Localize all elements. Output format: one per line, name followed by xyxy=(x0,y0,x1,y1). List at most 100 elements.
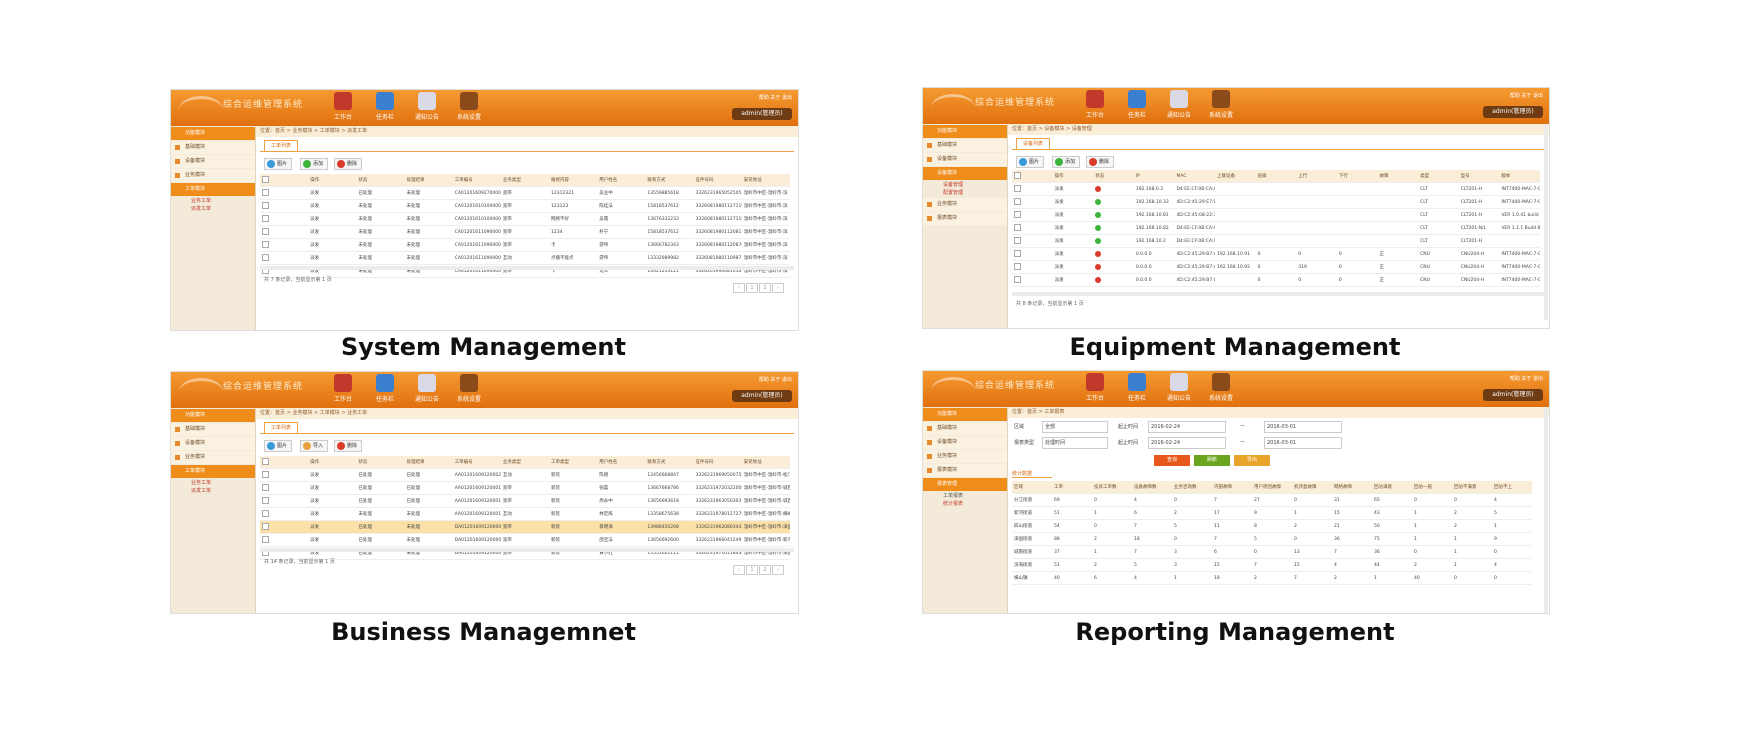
user-button[interactable]: admin(管理员) xyxy=(1483,389,1543,401)
dispatch-link[interactable]: 派发 xyxy=(308,251,357,265)
sidebar-item-modules[interactable]: 功能模块 xyxy=(923,125,1007,138)
sidebar-sub-dispatch-order[interactable]: 派发工单 xyxy=(171,205,255,213)
table-row[interactable]: 派发 192.168.0.3D4:EE:CF:0B:CA:A2 CLTCLT201-… xyxy=(1012,182,1540,196)
export-button[interactable]: 导出 xyxy=(1234,455,1270,466)
image-button[interactable]: 图片 xyxy=(264,158,293,170)
sidebar-sub-business-order[interactable]: 业务工单 xyxy=(171,479,255,487)
header-links[interactable]: 帮助 关于 退出 xyxy=(759,94,792,101)
sidebar-sub-config-manage[interactable]: 配置管理 xyxy=(923,189,1007,197)
table-row[interactable]: 派发0.0.0.04D:C2:45:29:B7:A7192.168.10.920… xyxy=(1012,260,1540,274)
table-row[interactable]: 城南街道 37 1 7 3 6 0 13 7 36 0 1 0 xyxy=(1012,545,1532,559)
sidebar-item-device[interactable]: 设备模块 xyxy=(171,437,255,450)
sidebar-sub-dispatch-order[interactable]: 派发工单 xyxy=(171,487,255,495)
table-row[interactable]: 派发未处理未处理AA0120160912000132互动新装林定辉1335867… xyxy=(260,507,790,521)
nav-notices[interactable]: 通知公告 xyxy=(1157,90,1201,119)
dispatch-link[interactable]: 派发 xyxy=(308,494,357,508)
row-checkbox[interactable] xyxy=(1012,234,1053,248)
page-button[interactable]: 2 xyxy=(759,565,771,575)
add-button[interactable]: 添加 xyxy=(300,158,329,170)
select-all-checkbox[interactable]: 区域 xyxy=(1012,481,1052,494)
sidebar-item-business[interactable]: 业务模块 xyxy=(923,198,1007,211)
import-button[interactable]: 导入 xyxy=(300,440,329,452)
nav-settings[interactable]: 系统设置 xyxy=(1199,90,1243,119)
table-row[interactable]: 派发未处理未处理CA0120161010000001宽带123123陈桂法158… xyxy=(260,199,790,213)
sidebar-sub-business-order[interactable]: 业务工单 xyxy=(171,197,255,205)
user-button[interactable]: admin(管理员) xyxy=(1483,106,1543,118)
image-button[interactable]: 图片 xyxy=(1016,156,1045,168)
dispatch-link[interactable]: 派发 xyxy=(1052,195,1094,209)
horizontal-scrollbar[interactable] xyxy=(260,266,794,270)
nav-settings[interactable]: 系统设置 xyxy=(1199,373,1243,402)
dispatch-link[interactable]: 派发 xyxy=(308,481,357,495)
sidebar-item-device[interactable]: 设备模块 xyxy=(923,436,1007,449)
area-select[interactable]: 全部 xyxy=(1042,421,1108,433)
vertical-scrollbar[interactable] xyxy=(1544,407,1548,613)
sidebar-item-modules[interactable]: 功能模块 xyxy=(171,127,255,140)
nav-tasks[interactable]: 任务栏 xyxy=(363,374,407,403)
row-checkbox[interactable] xyxy=(260,481,309,495)
horizontal-scrollbar[interactable] xyxy=(1012,292,1545,296)
dispatch-link[interactable]: 派发 xyxy=(308,468,357,482)
nav-tasks[interactable]: 任务栏 xyxy=(363,92,407,121)
page-button[interactable]: 1 xyxy=(746,283,758,293)
pager-buttons[interactable]: ‹ 1 2 › xyxy=(732,556,784,575)
dispatch-link[interactable]: 派发 xyxy=(1052,234,1094,248)
add-button[interactable]: 添加 xyxy=(1052,156,1081,168)
table-row[interactable]: 派发已处理已处理AA0120160912000133宽带新装周永中1365669… xyxy=(260,494,790,508)
sidebar-sub-stat-report[interactable]: 统计报表 xyxy=(923,500,1007,508)
table-row[interactable]: 分江街道 69 0 4 0 7 27 0 31 65 0 0 4 xyxy=(1012,493,1532,507)
row-checkbox[interactable] xyxy=(260,212,309,226)
sidebar-item-basic[interactable]: 基础模块 xyxy=(923,422,1007,435)
horizontal-scrollbar[interactable] xyxy=(260,548,794,552)
dispatch-link[interactable]: 派发 xyxy=(1052,273,1094,287)
table-row[interactable]: 派发已处理未处理DA0120160912000071宽带新装邵宝法1365669… xyxy=(260,533,790,547)
nav-settings[interactable]: 系统设置 xyxy=(447,92,491,121)
sidebar-item-device[interactable]: 设备模块 xyxy=(923,153,1007,166)
dispatch-link[interactable]: 派发 xyxy=(1052,208,1094,222)
table-row[interactable]: 派发已处理已处理AA0120160912000245互动新装陈刚13456668… xyxy=(260,468,790,482)
report-type-select[interactable]: 处理时间 xyxy=(1042,437,1108,449)
table-row[interactable]: 滨海街道 51 2 5 3 15 7 15 4 44 2 1 4 xyxy=(1012,558,1532,572)
user-button[interactable]: admin(管理员) xyxy=(732,108,792,120)
row-checkbox[interactable] xyxy=(1012,273,1053,287)
select-all-checkbox[interactable] xyxy=(260,456,309,469)
sidebar-item-business[interactable]: 业务模块 xyxy=(171,169,255,182)
header-links[interactable]: 帮助 关于 退出 xyxy=(1510,92,1543,99)
end-date-input[interactable]: 2016-03-01 xyxy=(1264,421,1342,433)
nav-workbench[interactable]: 工作台 xyxy=(321,374,365,403)
user-button[interactable]: admin(管理员) xyxy=(732,390,792,402)
table-row[interactable]: 派发未处理未处理CA0120161109000004宽带卡游伟136667823… xyxy=(260,238,790,252)
row-checkbox[interactable] xyxy=(260,507,309,521)
table-row[interactable]: 派发已处理已处理AA0120160912000123宽带新装张磊13667668… xyxy=(260,481,790,495)
nav-workbench[interactable]: 工作台 xyxy=(1073,373,1117,402)
dispatch-link[interactable]: 派发 xyxy=(308,212,357,226)
dispatch-link[interactable]: 派发 xyxy=(308,507,357,521)
row-checkbox[interactable] xyxy=(260,186,309,200)
tab-order-list[interactable]: 工单列表 xyxy=(264,140,299,151)
table-row[interactable]: 派发 192.168.10.82D4:EE:CF:0B:CA:A1 CLTCLT20… xyxy=(1012,221,1540,235)
row-checkbox[interactable] xyxy=(260,533,309,547)
next-page-button[interactable]: › xyxy=(772,283,784,293)
page-button[interactable]: 2 xyxy=(759,283,771,293)
table-row[interactable]: 派发未处理未处理CA0120161109000002宽带1234朴宁158185… xyxy=(260,225,790,239)
tab-device-list[interactable]: 设备列表 xyxy=(1016,138,1051,149)
row-checkbox[interactable] xyxy=(260,225,309,239)
row-checkbox[interactable] xyxy=(260,468,309,482)
table-row[interactable]: 派发未处理未处理CA0120161109000005互动点播不能点游伟13332… xyxy=(260,251,790,265)
sidebar-item-workorder[interactable]: 工单模块 xyxy=(171,183,255,196)
table-row[interactable]: 派发未处理未处理CA0120161010000001宽带网络不好吴霞136763… xyxy=(260,212,790,226)
table-row[interactable]: 派发已处理未处理DA0120160912000030宽带新装蔡明海1398845… xyxy=(260,520,790,534)
dispatch-link[interactable]: 派发 xyxy=(1052,182,1094,196)
table-row[interactable]: 派发 192.168.10.2D4:EE:CF:0B:CA:A8 CLTCLT201… xyxy=(1012,234,1540,248)
nav-workbench[interactable]: 工作台 xyxy=(321,92,365,121)
table-row[interactable]: 派发 192.168.10.814D:C2:45:08:22:7A CLTCLT20… xyxy=(1012,208,1540,222)
table-row[interactable]: 派发0.0.0.04D:C2:45:29:B7:05000正CNUCNU204-… xyxy=(1012,273,1540,287)
nav-tasks[interactable]: 任务栏 xyxy=(1115,90,1159,119)
delete-button[interactable]: 删除 xyxy=(334,440,363,452)
row-checkbox[interactable] xyxy=(260,238,309,252)
tab-order-list[interactable]: 工单列表 xyxy=(264,422,299,433)
dispatch-link[interactable]: 派发 xyxy=(308,238,357,252)
sidebar-item-report[interactable]: 报表模块 xyxy=(923,212,1007,225)
query-button[interactable]: 查询 xyxy=(1154,455,1190,466)
sidebar-item-device[interactable]: 设备模块 xyxy=(171,155,255,168)
